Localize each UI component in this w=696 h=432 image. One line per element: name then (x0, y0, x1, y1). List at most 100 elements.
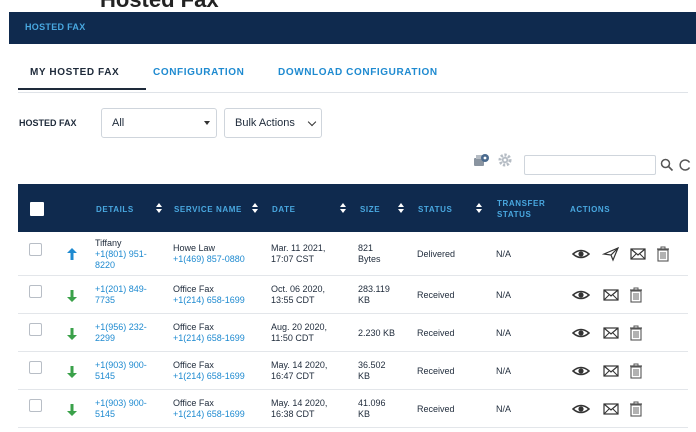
date-cell: May. 14 2020, 16:38 CDT (271, 398, 356, 420)
mail-icon[interactable] (629, 246, 647, 262)
page-headline: Hosted Fax (100, 0, 219, 12)
eye-icon[interactable] (572, 287, 590, 303)
size-cell: 41.096 KB (358, 398, 413, 420)
service-number[interactable]: +1(214) 658-1699 (173, 371, 268, 382)
eye-icon[interactable] (572, 401, 590, 417)
col-size[interactable]: SIZE (360, 205, 380, 214)
hosted-fax-select[interactable]: All (101, 108, 217, 138)
table-row: +1(201) 849- 7735 Office Fax +1(214) 658… (18, 276, 688, 314)
trash-icon[interactable] (628, 400, 646, 417)
size-unit: Bytes (358, 254, 381, 264)
row-checkbox[interactable] (29, 285, 42, 298)
size-unit: KB (358, 409, 371, 419)
size-value: 283.119 (358, 284, 390, 294)
detail-number[interactable]: +1(903) 900- (95, 398, 167, 409)
mail-icon[interactable] (602, 363, 620, 379)
tab-download-configuration[interactable]: DOWNLOAD CONFIGURATION (278, 67, 438, 78)
active-tab-indicator (18, 88, 146, 90)
col-date[interactable]: DATE (272, 205, 296, 214)
chevron-down-icon (307, 117, 317, 127)
mail-icon[interactable] (602, 287, 620, 303)
col-transfer-status-line2: STATUS (497, 210, 532, 219)
date-line: Aug. 20 2020, (271, 322, 328, 332)
date-cell: Mar. 11 2021, 17:07 CST (271, 243, 356, 265)
detail-cell: +1(956) 232- 2299 (95, 322, 167, 344)
trash-icon[interactable] (655, 245, 673, 262)
size-value: 41.096 (358, 398, 386, 408)
service-number[interactable]: +1(469) 857-0880 (173, 254, 268, 265)
detail-cell: +1(201) 849- 7735 (95, 284, 167, 306)
detail-cell: +1(903) 900- 5145 (95, 398, 167, 420)
size-unit: KB (358, 371, 371, 381)
size-cell: 821 Bytes (358, 243, 413, 265)
page-headline-cropped: Hosted Fax (0, 0, 696, 12)
detail-number[interactable]: +1(903) 900- (95, 360, 167, 371)
incoming-arrow-icon (66, 289, 78, 303)
detail-cell: Tiffany +1(801) 951- 8220 (95, 238, 167, 271)
eye-icon[interactable] (572, 363, 590, 379)
incoming-arrow-icon (66, 365, 78, 379)
mail-icon[interactable] (602, 401, 620, 417)
col-status[interactable]: STATUS (418, 205, 452, 214)
size-cell: 36.502 KB (358, 360, 413, 382)
size-cell: 283.119 KB (358, 284, 413, 306)
service-cell: Office Fax +1(214) 658-1699 (173, 398, 268, 420)
size-value: 36.502 (358, 360, 386, 370)
mail-icon[interactable] (602, 325, 620, 341)
row-checkbox[interactable] (29, 323, 42, 336)
detail-number-cont[interactable]: 2299 (95, 333, 167, 344)
date-cell: May. 14 2020, 16:47 CDT (271, 360, 356, 382)
date-cell: Oct. 06 2020, 13:55 CDT (271, 284, 356, 306)
select-all-checkbox[interactable] (30, 202, 44, 216)
app-header-bar: HOSTED FAX (9, 12, 696, 44)
trash-icon[interactable] (628, 286, 646, 303)
col-service-name[interactable]: SERVICE NAME (174, 205, 242, 214)
fax-settings-icon[interactable] (472, 152, 490, 170)
row-checkbox[interactable] (29, 243, 42, 256)
tab-my-hosted-fax[interactable]: MY HOSTED FAX (30, 67, 119, 78)
tabs-divider (18, 92, 688, 93)
table-row: +1(903) 900- 5145 Office Fax +1(214) 658… (18, 352, 688, 390)
detail-number-cont[interactable]: 5145 (95, 371, 167, 382)
service-name: Office Fax (173, 322, 214, 332)
table-header: DETAILS SERVICE NAME DATE SIZE STATUS TR… (18, 184, 688, 232)
transfer-status-text: N/A (496, 404, 512, 414)
detail-number[interactable]: +1(956) 232- (95, 322, 167, 333)
refresh-icon[interactable] (678, 158, 692, 172)
incoming-arrow-icon (66, 403, 78, 417)
bulk-actions-select[interactable]: Bulk Actions (224, 108, 322, 138)
time-line: 16:38 CDT (271, 409, 315, 419)
service-cell: Howe Law +1(469) 857-0880 (173, 243, 268, 265)
transfer-status-text: N/A (496, 328, 512, 338)
col-details[interactable]: DETAILS (96, 205, 134, 214)
outgoing-arrow-icon (66, 247, 78, 261)
detail-number-cont[interactable]: 5145 (95, 409, 167, 420)
eye-icon[interactable] (572, 325, 590, 341)
detail-number[interactable]: +1(801) 951- (95, 249, 167, 260)
service-number[interactable]: +1(214) 658-1699 (173, 409, 268, 420)
service-number[interactable]: +1(214) 658-1699 (173, 295, 268, 306)
row-checkbox[interactable] (29, 399, 42, 412)
row-checkbox[interactable] (29, 361, 42, 374)
date-cell: Aug. 20 2020, 11:50 CDT (271, 322, 356, 344)
search-icon[interactable] (660, 158, 674, 172)
search-input[interactable] (524, 155, 656, 175)
service-number[interactable]: +1(214) 658-1699 (173, 333, 268, 344)
tab-bar: MY HOSTED FAX CONFIGURATION DOWNLOAD CON… (18, 62, 688, 92)
detail-number[interactable]: +1(201) 849- (95, 284, 167, 295)
col-transfer-status[interactable]: TRANSFER (497, 199, 545, 208)
trash-icon[interactable] (628, 324, 646, 341)
gear-icon[interactable] (497, 152, 513, 168)
transfer-status-text: N/A (496, 249, 512, 259)
eye-icon[interactable] (572, 246, 590, 262)
detail-number-cont[interactable]: 8220 (95, 260, 167, 271)
send-icon[interactable] (602, 246, 620, 262)
tab-configuration[interactable]: CONFIGURATION (153, 67, 245, 78)
detail-name: Tiffany (95, 238, 122, 248)
date-line: May. 14 2020, (271, 360, 328, 370)
status-text: Delivered (417, 249, 456, 259)
trash-icon[interactable] (628, 362, 646, 379)
detail-number-cont[interactable]: 7735 (95, 295, 167, 306)
time-line: 17:07 CST (271, 254, 315, 264)
service-name: Office Fax (173, 284, 214, 294)
